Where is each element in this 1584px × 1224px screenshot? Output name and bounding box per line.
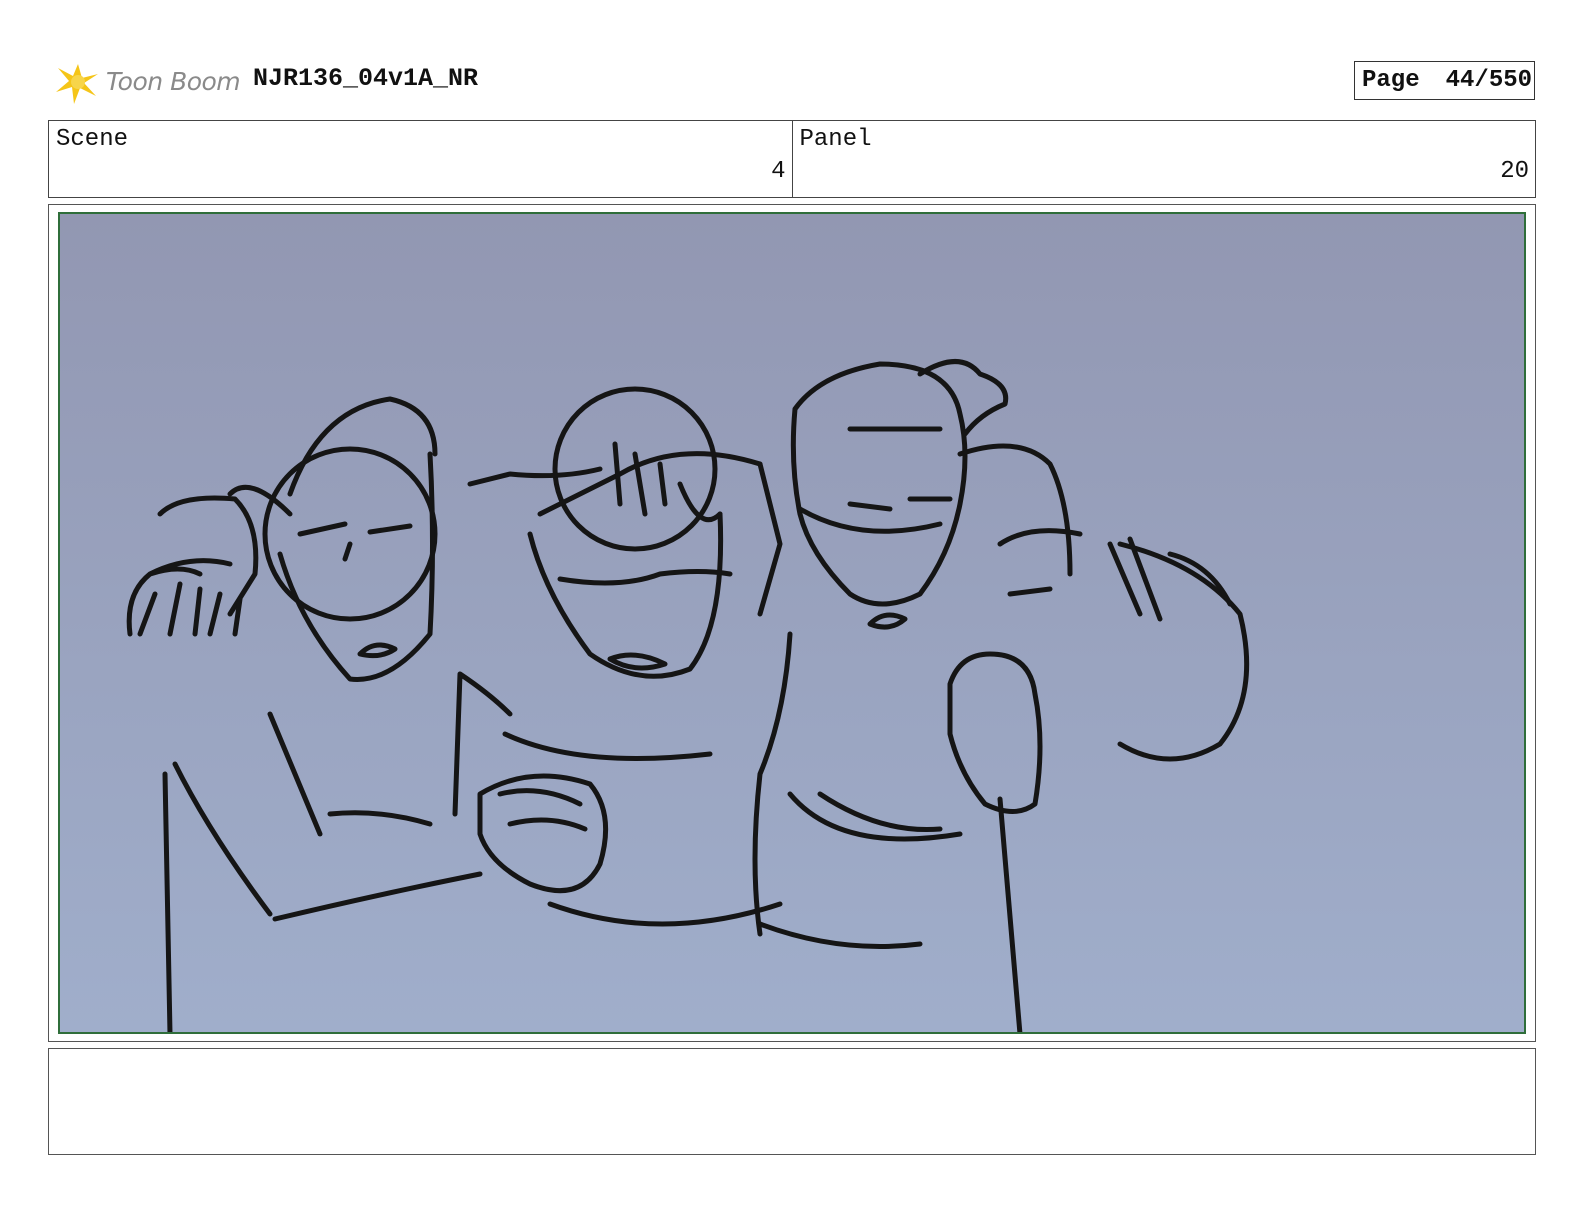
scene-label: Scene: [56, 126, 129, 153]
page-label: Page: [1362, 67, 1420, 94]
scene-panel-info: Scene 4 Panel 20: [48, 120, 1536, 198]
sunburst-icon: [56, 64, 98, 104]
left-character-sketch: [126, 396, 483, 1032]
scene-cell: Scene 4: [49, 121, 792, 197]
storyboard-artwork: [58, 212, 1526, 1034]
panel-notes-box: [48, 1048, 1536, 1155]
panel-value: 20: [1500, 158, 1529, 185]
sketch-drawing: [126, 359, 1250, 1032]
panel-cell: Panel 20: [791, 121, 1536, 197]
storyboard-panel-frame: [48, 204, 1536, 1042]
page-number: 44/550: [1445, 67, 1533, 94]
right-character-sketch: [752, 359, 1250, 1032]
middle-character-sketch: [452, 386, 783, 927]
toon-boom-logo: Toon Boom: [52, 56, 241, 106]
document-title: NJR136_04v1A_NR: [253, 64, 479, 93]
scene-value: 4: [771, 158, 786, 185]
panel-label: Panel: [799, 126, 872, 153]
page-indicator: Page 44/550: [1354, 61, 1535, 100]
logo-text: Toon Boom: [106, 66, 241, 96]
